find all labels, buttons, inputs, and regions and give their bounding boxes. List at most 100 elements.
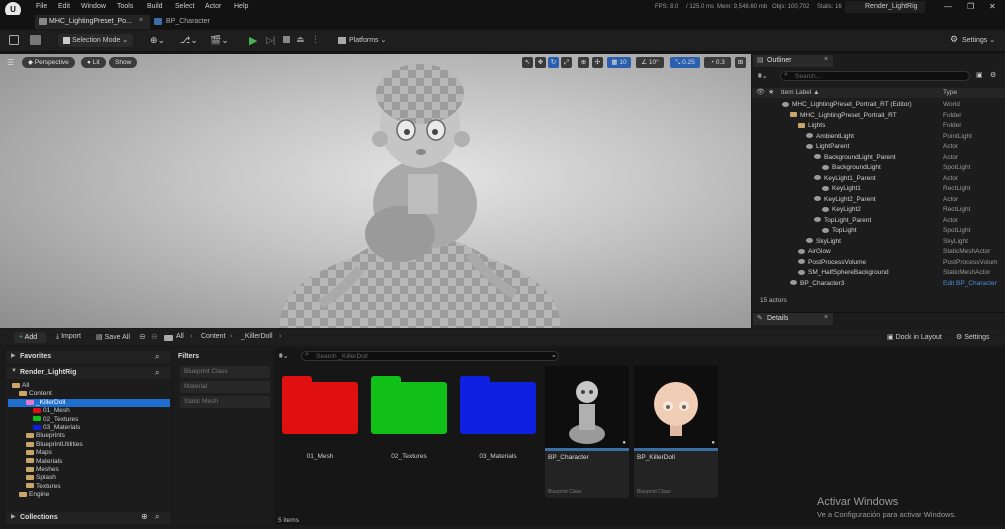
outliner-row[interactable]: PostProcessVolume PostProcessVolum [752, 258, 1005, 269]
close-outliner-icon[interactable]: × [824, 56, 828, 63]
tab-bp-character[interactable]: BP_Character [152, 15, 252, 29]
outliner-row[interactable]: KeyLight1 RectLight [752, 184, 1005, 195]
menu-file[interactable]: File [36, 3, 47, 10]
add-collection-icon[interactable]: ⊕ [141, 512, 148, 521]
outliner-row[interactable]: MHC_LightingPreset_Portrait_RT (Editor) W… [752, 100, 1005, 111]
select-tool-icon[interactable]: ↖ [522, 57, 533, 68]
level-viewport[interactable] [0, 54, 751, 328]
menu-actor[interactable]: Actor [205, 3, 221, 10]
step-icon[interactable]: ▷| [266, 35, 275, 46]
back-icon[interactable]: ⊖ [139, 332, 146, 341]
outliner-row[interactable]: SM_HalfSphereBackground StaticMeshActor [752, 268, 1005, 279]
outliner-row[interactable]: TopLight_Parent Actor [752, 216, 1005, 227]
outliner-search-input[interactable]: Search... [780, 71, 970, 81]
tab-level[interactable]: MHC_LightingPreset_Po... [35, 15, 150, 29]
perspective-button[interactable]: ◆ Perspective [22, 57, 75, 68]
filter-static-mesh[interactable]: Static Mesh [180, 396, 270, 408]
outliner-settings-icon[interactable]: ⚙ [990, 71, 996, 79]
folder-tree-item[interactable]: 02_Textures [8, 416, 170, 424]
maximize-icon[interactable]: ❐ [967, 2, 974, 11]
stop-icon[interactable] [283, 36, 290, 43]
camera-speed-toggle[interactable]: ⤡ 0.25 [670, 57, 700, 68]
type-column[interactable]: Type [943, 88, 957, 98]
eject-icon[interactable]: ⏏ [296, 34, 305, 45]
asset-bp-character[interactable]: ● BP_Character Blueprint Class [545, 366, 629, 498]
menu-select[interactable]: Select [175, 3, 194, 10]
hamburger-menu-icon[interactable]: ☰ [7, 58, 14, 67]
outliner-row[interactable]: BP_Character3 Edit BP_Character [752, 279, 1005, 290]
search-icon[interactable]: ⌕ [155, 512, 159, 522]
menu-window[interactable]: Window [81, 3, 106, 10]
import-button[interactable]: ⤓ Import [56, 333, 81, 341]
minimize-icon[interactable]: — [944, 2, 952, 11]
folder-tree-item[interactable]: All [8, 382, 170, 390]
forward-icon[interactable]: ⊖ [151, 332, 158, 341]
folder-tree-item[interactable]: Content [8, 390, 170, 398]
outliner-row[interactable]: AirGlow StaticMeshActor [752, 247, 1005, 258]
outliner-row[interactable]: TopLight SpotLight [752, 226, 1005, 237]
outliner-row[interactable]: KeyLight2 RectLight [752, 205, 1005, 216]
close-window-icon[interactable]: ✕ [989, 2, 996, 11]
folder-tree-item[interactable]: Textures [8, 483, 170, 491]
add-actor-icon[interactable]: ⊕⌄ [150, 35, 165, 46]
content-icon[interactable] [30, 35, 41, 45]
outliner-row[interactable]: SkyLight SkyLight [752, 237, 1005, 248]
outliner-row[interactable]: BackgroundLight_Parent Actor [752, 153, 1005, 164]
scale-tool-icon[interactable]: ⤢ [561, 57, 572, 68]
close-details-icon[interactable]: × [824, 314, 828, 321]
folder-tree-item[interactable]: Splash [8, 474, 170, 482]
add-button[interactable]: + Add [14, 332, 46, 343]
scale-snap-toggle[interactable]: ◔ 0.3 [704, 57, 731, 68]
outliner-row[interactable]: BackgroundLight SpotLight [752, 163, 1005, 174]
save-all-button[interactable]: ▤ Save All [96, 333, 130, 341]
outliner-row[interactable]: AmbientLight PointLight [752, 132, 1005, 143]
asset-folder-textures[interactable] [369, 372, 447, 434]
folder-tree-item[interactable]: BlueprintUtilities [8, 441, 170, 449]
close-tab-icon[interactable]: × [139, 17, 143, 24]
folder-tree-item[interactable]: Meshes [8, 466, 170, 474]
breadcrumb-all[interactable]: All [176, 333, 184, 340]
dock-in-layout-button[interactable]: ▣ Dock in Layout [887, 333, 942, 341]
move-tool-icon[interactable]: ✥ [535, 57, 546, 68]
menu-tools[interactable]: Tools [117, 3, 133, 10]
breadcrumb-content[interactable]: Content [201, 333, 226, 340]
folder-tree-item[interactable]: Maps [8, 449, 170, 457]
folder-tree-item[interactable]: Blueprints [8, 432, 170, 440]
more-options-icon[interactable]: ⋮ [311, 34, 320, 45]
save-icon[interactable] [9, 35, 19, 45]
folder-tree-item[interactable]: _KillerDoll [8, 398, 170, 408]
folder-tree-item[interactable]: 01_Mesh [8, 407, 170, 415]
asset-search-input[interactable]: Search _KillerDoll [301, 351, 559, 361]
tab-details[interactable]: Details [753, 313, 833, 325]
filter-blueprint-class[interactable]: Blueprint Class [180, 366, 270, 378]
asset-filter-icon[interactable]: ⩩⌄ [279, 352, 289, 361]
cinematics-icon[interactable]: 🎬⌄ [210, 35, 229, 46]
outliner-row[interactable]: KeyLight1_Parent Actor [752, 174, 1005, 185]
outliner-row[interactable]: Lights Folder [752, 121, 1005, 132]
search-icon[interactable]: ⌕ [155, 352, 159, 362]
outliner-row[interactable]: MHC_LightingPreset_Portrait_RT Folder [752, 111, 1005, 122]
asset-folder-mesh[interactable] [280, 372, 358, 434]
rotate-tool-icon[interactable]: ↻ [548, 57, 559, 68]
breadcrumb-killerdoll[interactable]: _KillerDoll [241, 333, 273, 340]
cb-settings-button[interactable]: ⚙ Settings [956, 333, 990, 341]
pin-icon[interactable]: ★ [768, 88, 774, 98]
outliner-row[interactable]: LightParent Actor [752, 142, 1005, 153]
world-space-icon[interactable]: ⊕ [578, 57, 589, 68]
viewport-layout-icon[interactable]: ⊞ [735, 57, 746, 68]
menu-edit[interactable]: Edit [58, 3, 70, 10]
project-header[interactable]: Render_LightRig [6, 367, 171, 379]
filter-icon[interactable]: ⩩⌄ [758, 72, 768, 81]
tab-outliner[interactable]: Outliner [753, 55, 833, 67]
visibility-icon[interactable]: 👁 [756, 88, 765, 98]
folder-tree-item[interactable]: Materials [8, 458, 170, 466]
angle-snap-toggle[interactable]: ∠ 10° [636, 57, 664, 68]
add-folder-icon[interactable]: ▣ [976, 71, 983, 79]
favorites-header[interactable]: Favorites [6, 351, 171, 363]
blueprint-menu-icon[interactable]: ⎇⌄ [180, 35, 198, 46]
outliner-row[interactable]: KeyLight2_Parent Actor [752, 195, 1005, 206]
lit-button[interactable]: ● Lit [81, 57, 106, 68]
search-icon[interactable]: ⌕ [155, 368, 159, 378]
filter-material[interactable]: Material [180, 381, 270, 393]
asset-bp-killerdoll[interactable]: ● BP_KillerDoll Blueprint Class [634, 366, 718, 498]
